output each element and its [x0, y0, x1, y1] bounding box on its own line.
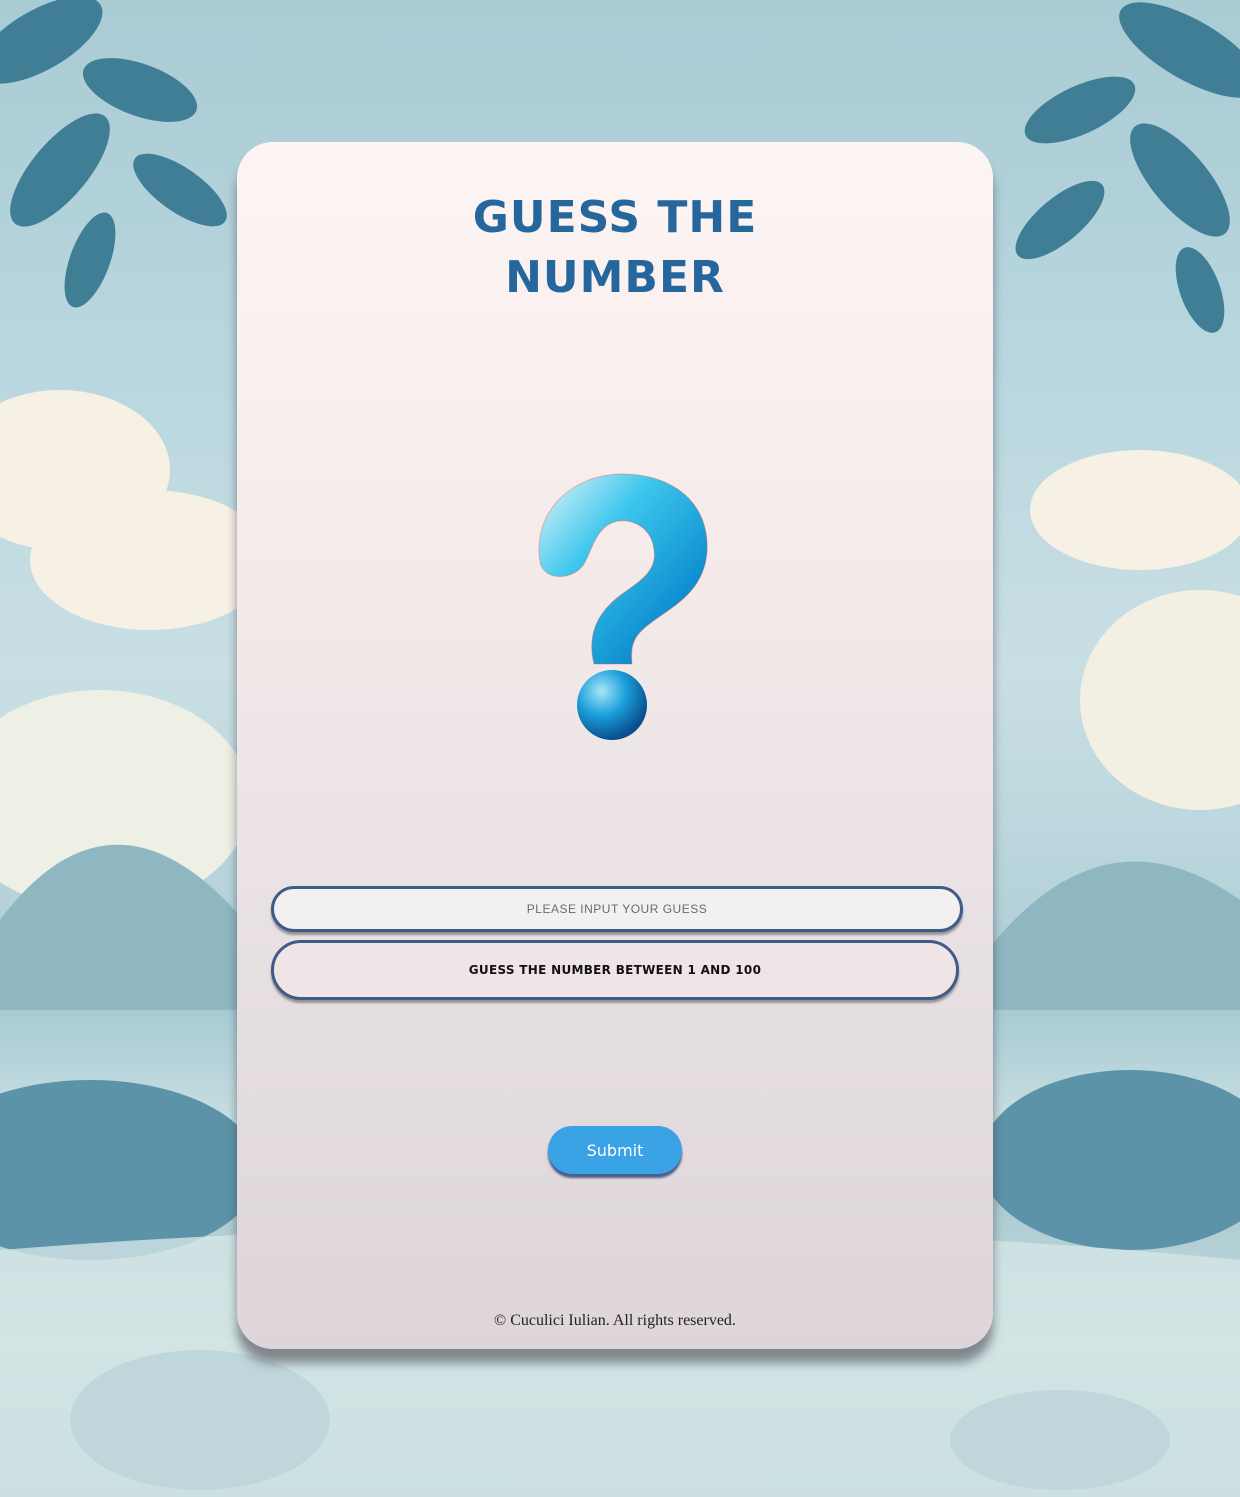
question-mark-icon	[538, 473, 708, 740]
hint-message-text: GUESS THE NUMBER BETWEEN 1 AND 100	[468, 963, 762, 977]
guess-input[interactable]	[271, 886, 963, 932]
hint-message: GUESS THE NUMBER BETWEEN 1 AND 100	[271, 940, 959, 1000]
submit-button[interactable]: Submit	[548, 1126, 682, 1174]
game-card: GUESS THE NUMBER GUESS THE NUMBER BETWEE…	[237, 142, 993, 1349]
title-line-1: GUESS THE	[472, 192, 758, 243]
title-line-2: NUMBER	[505, 252, 725, 303]
footer-copyright: © Cuculici Iulian. All rights reserved.	[494, 1312, 736, 1329]
page-title: GUESS THE NUMBER	[237, 188, 993, 308]
